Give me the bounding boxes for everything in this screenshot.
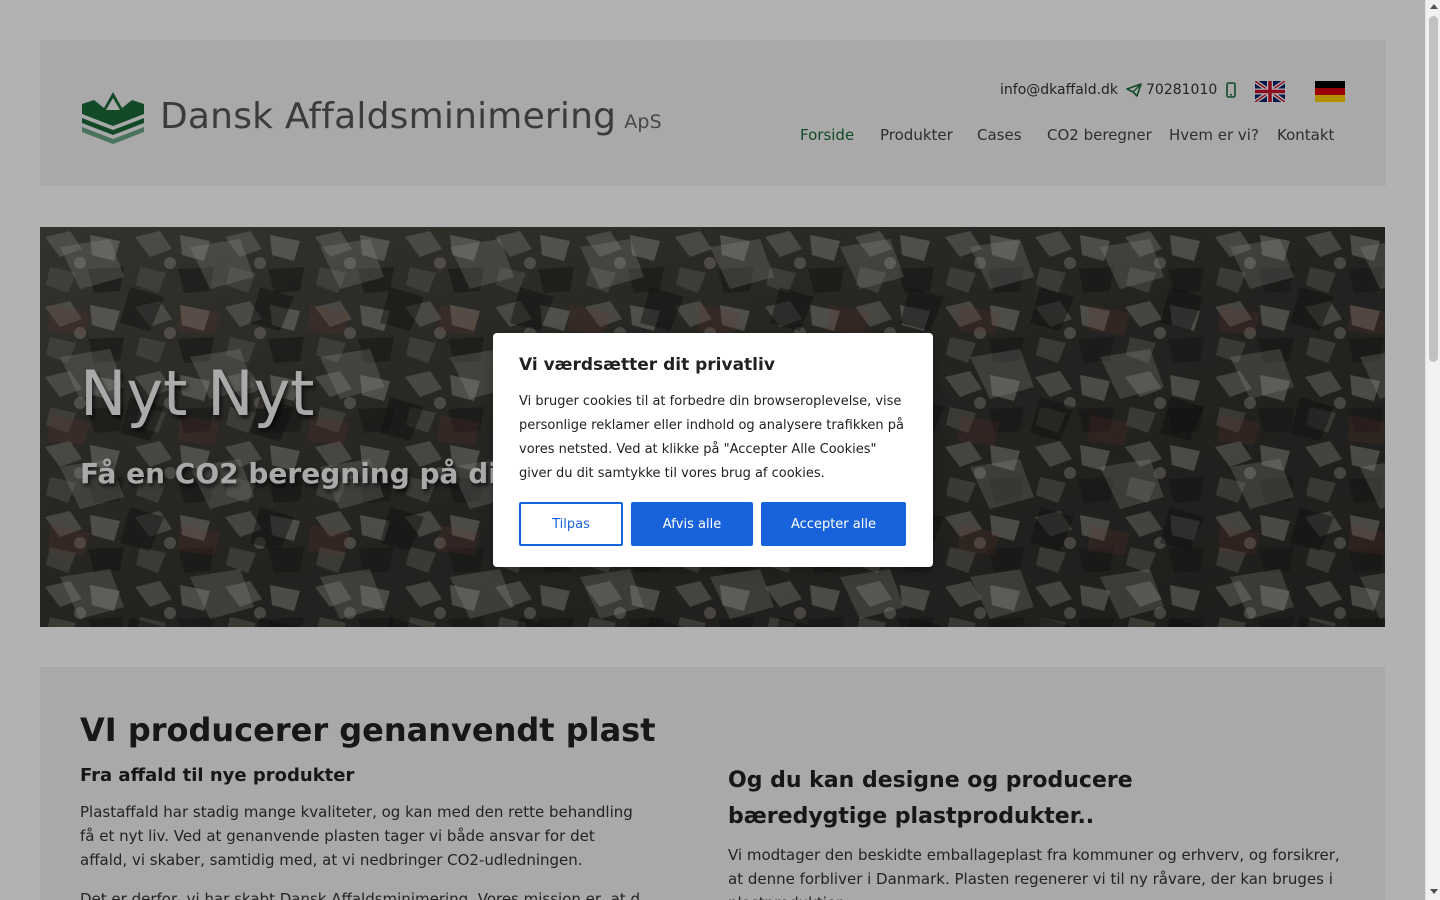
customize-button[interactable]: Tilpas [519,502,623,546]
reject-all-button[interactable]: Afvis alle [631,502,753,546]
accept-all-button[interactable]: Accepter alle [761,502,906,546]
cookie-dialog-title: Vi værdsætter dit privatliv [519,355,775,375]
scroll-down-arrow-icon[interactable] [1430,889,1438,894]
scrollbar-thumb[interactable] [1429,16,1438,362]
scroll-up-arrow-icon[interactable] [1430,4,1438,9]
cookie-consent-dialog: Vi værdsætter dit privatliv Vi bruger co… [493,333,933,567]
cookie-dialog-text: Vi bruger cookies til at forbedre din br… [519,394,905,481]
vertical-scrollbar[interactable] [1425,0,1440,900]
